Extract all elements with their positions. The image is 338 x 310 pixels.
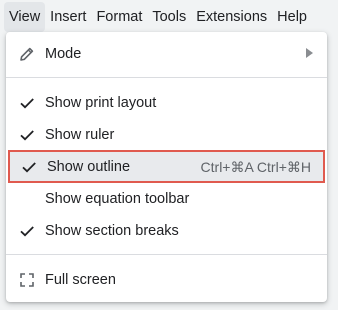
menu-item-mode-label: Mode bbox=[45, 46, 82, 62]
menu-item-label: Show section breaks bbox=[45, 223, 179, 239]
menu-extensions[interactable]: Extensions bbox=[191, 2, 272, 32]
menu-tools[interactable]: Tools bbox=[147, 2, 191, 32]
submenu-arrow-icon bbox=[306, 48, 313, 58]
check-icon bbox=[20, 158, 38, 176]
menu-bar: View Insert Format Tools Extensions Help bbox=[0, 0, 338, 34]
keyboard-shortcut: Ctrl+⌘A Ctrl+⌘H bbox=[200, 159, 311, 175]
menu-item-label: Show print layout bbox=[45, 95, 157, 111]
menu-divider bbox=[6, 77, 327, 78]
menu-item-show-outline[interactable]: Show outline Ctrl+⌘A Ctrl+⌘H bbox=[8, 150, 325, 183]
menu-item-show-section-breaks[interactable]: Show section breaks bbox=[6, 216, 327, 246]
menu-divider bbox=[6, 254, 327, 255]
menu-item-label: Show ruler bbox=[45, 127, 115, 143]
menu-item-mode[interactable]: Mode bbox=[6, 39, 327, 69]
menu-help[interactable]: Help bbox=[272, 2, 312, 32]
menu-view[interactable]: View bbox=[4, 2, 46, 32]
menu-item-show-print-layout[interactable]: Show print layout bbox=[6, 88, 327, 118]
menu-item-show-ruler[interactable]: Show ruler bbox=[6, 120, 327, 150]
menu-item-show-equation-toolbar[interactable]: Show equation toolbar bbox=[6, 184, 327, 214]
check-icon bbox=[18, 94, 36, 112]
menu-item-full-screen[interactable]: Full screen bbox=[6, 265, 327, 295]
check-icon bbox=[18, 126, 36, 144]
check-icon bbox=[18, 222, 36, 240]
menu-insert[interactable]: Insert bbox=[45, 2, 91, 32]
menu-format[interactable]: Format bbox=[91, 2, 147, 32]
pencil-icon bbox=[18, 45, 36, 63]
view-menu-dropdown: Mode Show print layout Show ruler Show o… bbox=[6, 32, 327, 302]
menu-item-label: Show equation toolbar bbox=[45, 191, 190, 207]
fullscreen-icon bbox=[18, 271, 36, 289]
menu-item-label: Show outline bbox=[47, 159, 131, 175]
menu-item-label: Full screen bbox=[45, 272, 116, 288]
